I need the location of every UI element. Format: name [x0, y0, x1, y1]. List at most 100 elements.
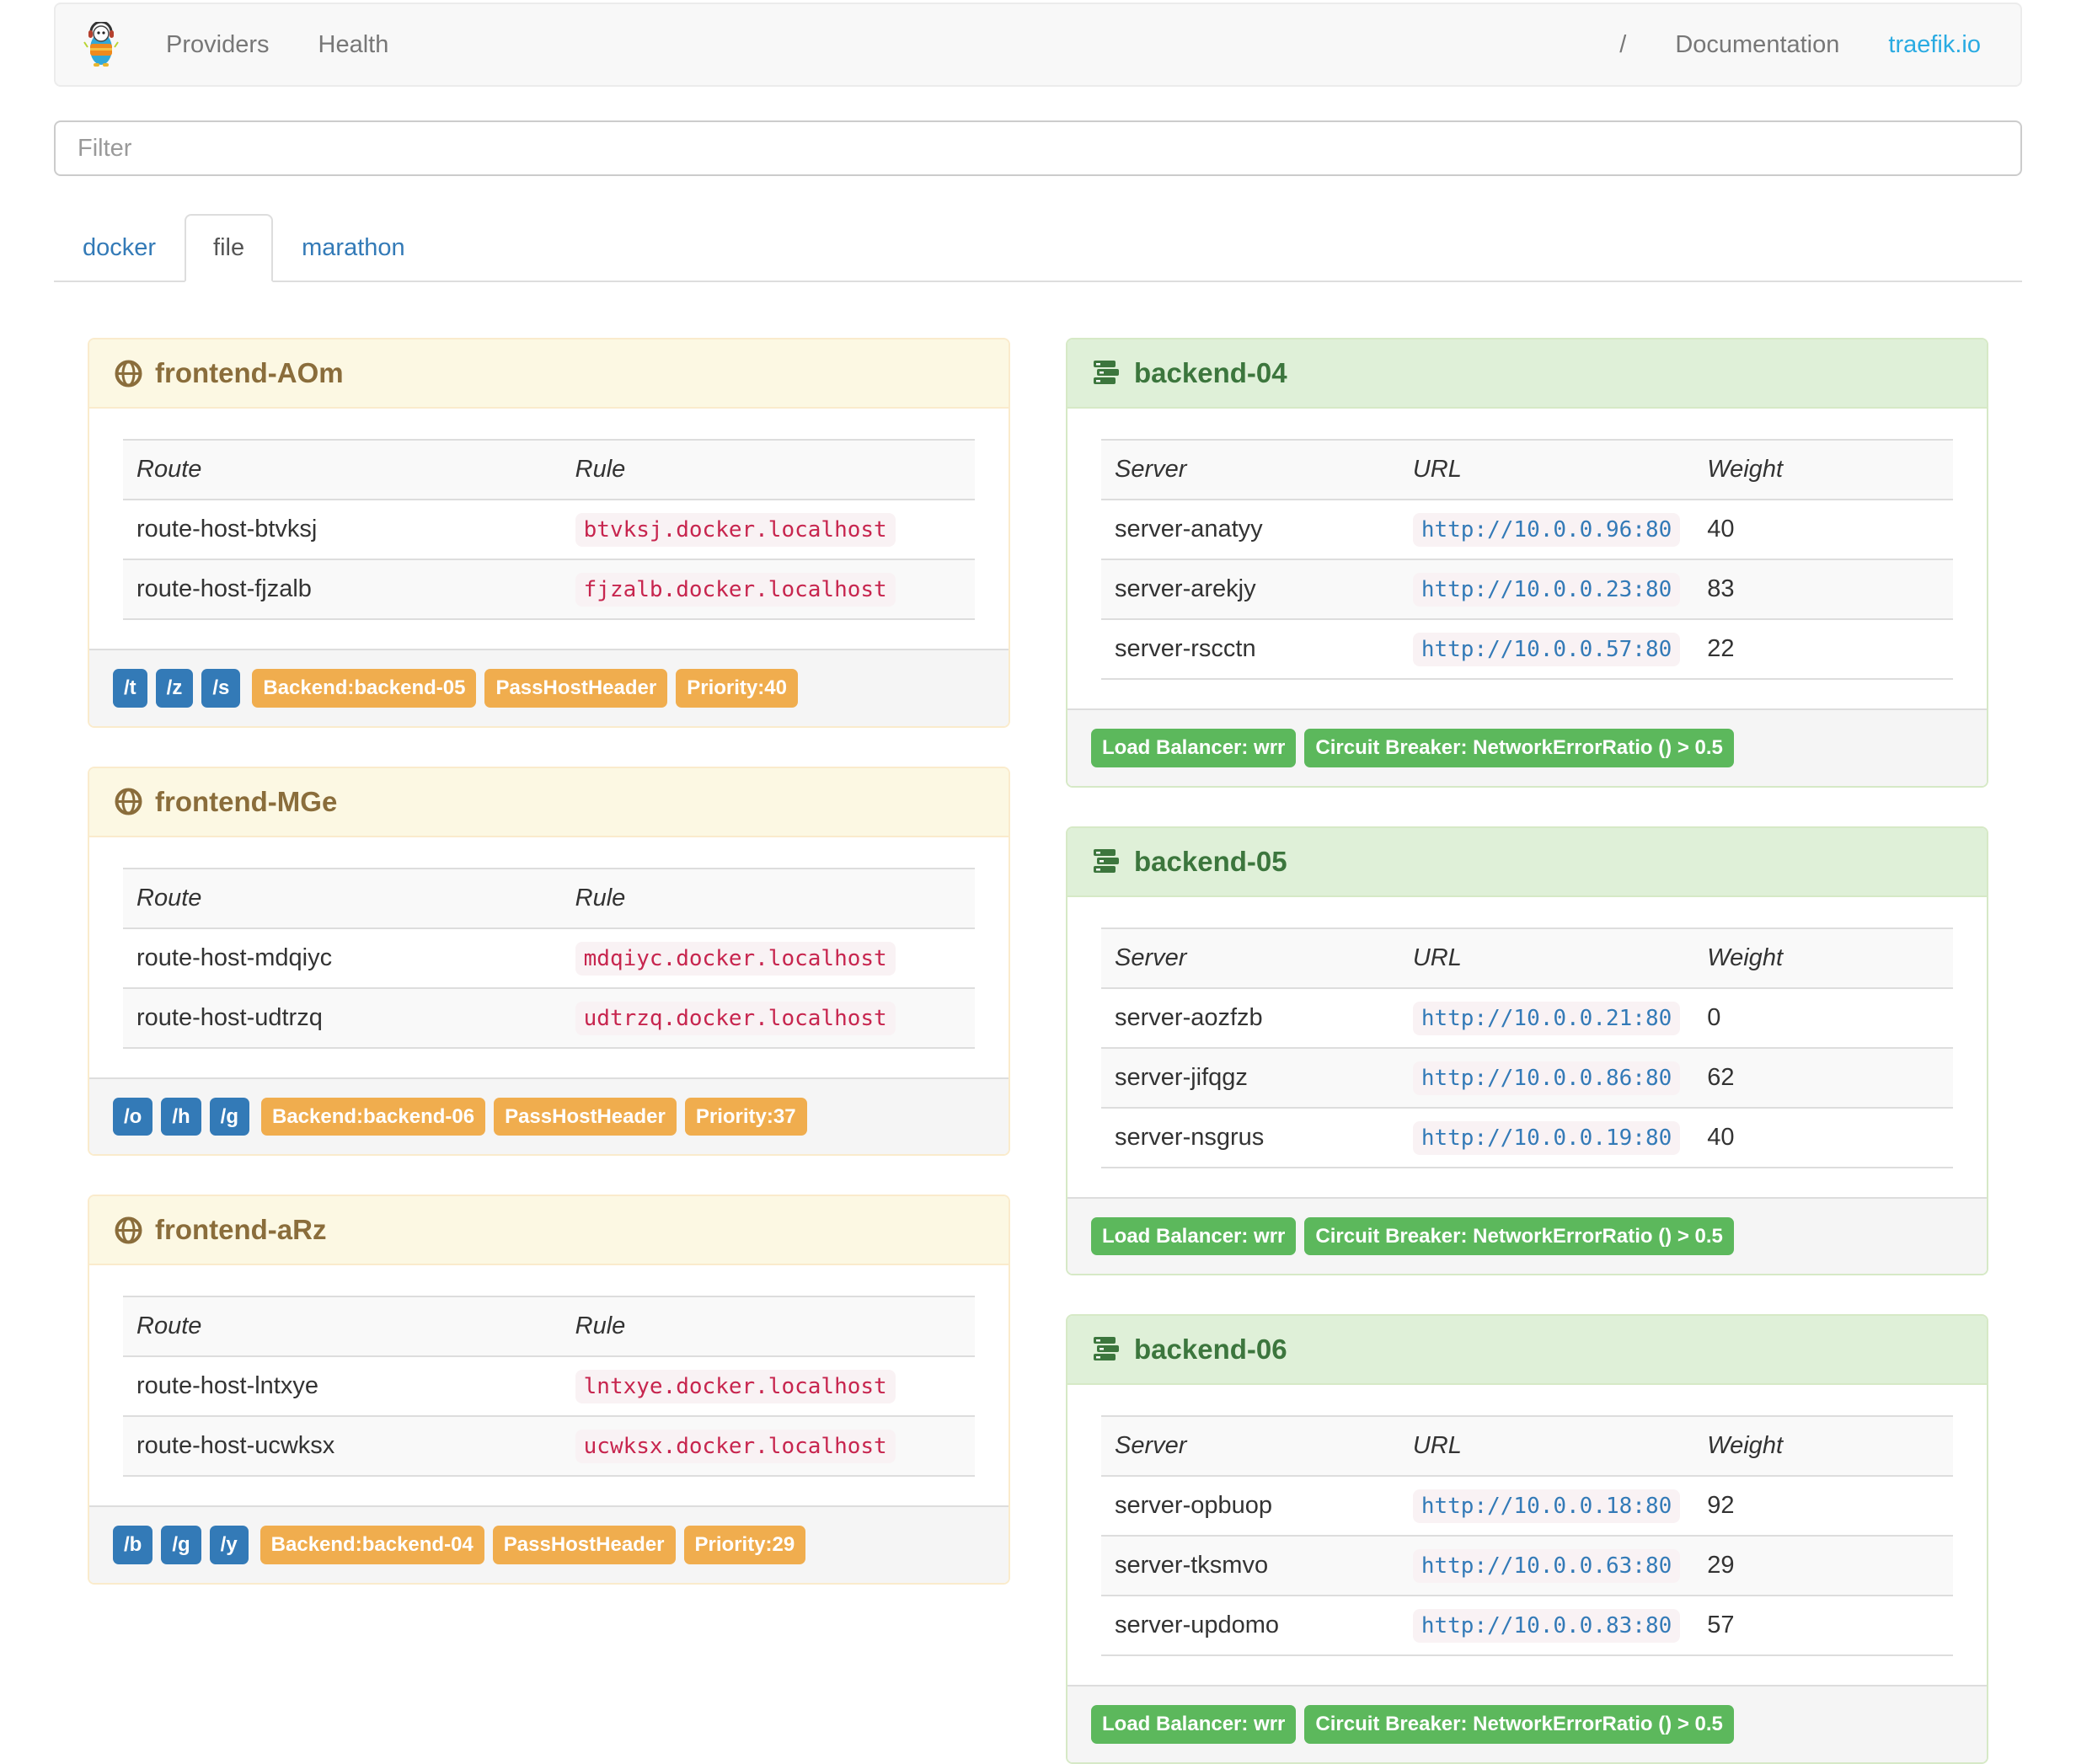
route-row: route-host-btvksj btvksj.docker.localhost [123, 499, 975, 559]
server-url-link[interactable]: http://10.0.0.57:80 [1412, 633, 1681, 666]
server-name: server-nsgrus [1101, 1106, 1399, 1168]
routes-table: Route Rule route-host-lntxye lntxye.docker… [123, 1296, 975, 1478]
navbar-left: Providers Health [71, 4, 413, 85]
route-name: route-host-udtrzq [123, 986, 562, 1049]
entrypoint-label: /s [201, 669, 241, 708]
provider-tabs: docker file marathon [54, 214, 2022, 282]
server-url-link[interactable]: http://10.0.0.63:80 [1412, 1549, 1681, 1584]
route-name: route-host-btvksj [123, 499, 562, 559]
rule-code: lntxye.docker.localhost [575, 1370, 896, 1404]
server-row: server-rscctn http://10.0.0.57:80 22 [1101, 618, 1953, 680]
panel-title: backend-04 [1134, 357, 1287, 388]
server-url-link[interactable]: http://10.0.0.19:80 [1412, 1120, 1681, 1155]
server-url-link[interactable]: http://10.0.0.21:80 [1412, 1001, 1681, 1035]
tab-docker[interactable]: docker [54, 214, 185, 282]
frontend-tag-label: PassHostHeader [484, 669, 668, 708]
backend-panel-body: Server URL Weight server-aozfzb http://10.0… [1067, 897, 1987, 1197]
backend-panel-backend-04: backend-04 Server URL Weight server-anatyy… [1066, 338, 1988, 788]
server-row: server-tksmvo http://10.0.0.63:80 29 [1101, 1535, 1953, 1596]
entrypoint-label: /o [113, 1097, 153, 1136]
server-url-cell: http://10.0.0.19:80 [1399, 1106, 1694, 1168]
server-weight: 29 [1693, 1535, 1953, 1596]
frontend-tag-label: Backend:backend-05 [252, 669, 477, 708]
backend-meta-label: Load Balancer: wrr [1091, 729, 1297, 767]
server-url-link[interactable]: http://10.0.0.18:80 [1412, 1489, 1681, 1524]
backend-panel-footer: Load Balancer: wrr Circuit Breaker: Netwo… [1067, 1196, 1987, 1275]
nav-link-providers[interactable]: Providers [142, 4, 294, 85]
backend-panel-backend-06: backend-06 Server URL Weight server-opbuop… [1066, 1314, 1988, 1764]
server-weight: 57 [1693, 1595, 1953, 1657]
backend-panel-footer: Load Balancer: wrr Circuit Breaker: Netwo… [1067, 708, 1987, 786]
rule-code: mdqiyc.docker.localhost [575, 941, 896, 976]
backend-meta-label: Load Balancer: wrr [1091, 1216, 1297, 1256]
backend-panel-body: Server URL Weight server-opbuop http://10.0… [1067, 1385, 1987, 1685]
server-url-link[interactable]: http://10.0.0.86:80 [1412, 1061, 1681, 1095]
traefik-logo [71, 22, 142, 67]
server-row: server-anatyy http://10.0.0.96:80 40 [1101, 499, 1953, 559]
navbar: Providers Health / Documentation traefik.io [54, 3, 2022, 87]
tab-marathon[interactable]: marathon [273, 214, 434, 282]
panel-title: frontend-aRz [155, 1214, 327, 1246]
frontend-panel-footer: /t/z/s Backend:backend-05 PassHostHeader Pr… [89, 649, 1009, 726]
server-url-cell: http://10.0.0.23:80 [1399, 559, 1694, 619]
entrypoint-label: /h [161, 1097, 201, 1136]
route-row: route-host-mdqiyc mdqiyc.docker.localhost [123, 927, 975, 988]
column-header-route: Route [123, 439, 562, 500]
column-header-url: URL [1399, 1415, 1694, 1477]
panel-title: frontend-MGe [155, 785, 338, 817]
server-icon [1093, 1335, 1121, 1364]
entrypoint-label: /g [209, 1097, 249, 1136]
frontend-panel-heading: frontend-aRz [89, 1196, 1009, 1266]
route-name: route-host-lntxye [123, 1355, 562, 1417]
routes-table: Route Rule route-host-mdqiyc mdqiyc.docker… [123, 867, 975, 1049]
server-weight: 92 [1693, 1475, 1953, 1537]
server-name: server-aozfzb [1101, 986, 1399, 1048]
backend-panel-body: Server URL Weight server-anatyy http://10.0… [1067, 409, 1987, 708]
server-url-link[interactable]: http://10.0.0.83:80 [1412, 1609, 1681, 1644]
server-url-cell: http://10.0.0.83:80 [1399, 1595, 1694, 1657]
nav-link-documentation[interactable]: Documentation [1651, 4, 1864, 85]
frontend-tag-label: Priority:37 [684, 1097, 807, 1136]
server-icon [1093, 847, 1121, 876]
frontend-tag-label: Priority:40 [676, 669, 798, 708]
entrypoint-label: /z [155, 669, 194, 708]
entrypoint-label: /g [161, 1526, 201, 1564]
entrypoint-label: /t [113, 669, 147, 708]
rule-cell: btvksj.docker.localhost [561, 499, 975, 559]
server-name: server-opbuop [1101, 1475, 1399, 1537]
frontend-tag-label: Priority:29 [683, 1526, 806, 1564]
servers-table: Server URL Weight server-opbuop http://10.0… [1101, 1415, 1953, 1657]
route-name: route-host-fjzalb [123, 559, 562, 620]
column-header-rule: Rule [561, 867, 975, 928]
route-name: route-host-mdqiyc [123, 927, 562, 988]
routes-table: Route Rule route-host-btvksj btvksj.docker… [123, 439, 975, 620]
frontend-panel-footer: /o/h/g Backend:backend-06 PassHostHeader Pr… [89, 1077, 1009, 1155]
frontend-panel-footer: /b/g/y Backend:backend-04 PassHostHeader Pr… [89, 1505, 1009, 1583]
column-header-weight: Weight [1693, 927, 1953, 988]
server-url-link[interactable]: http://10.0.0.23:80 [1412, 573, 1681, 607]
frontend-tag-label: PassHostHeader [494, 1097, 677, 1136]
server-row: server-jifqgz http://10.0.0.86:80 62 [1101, 1046, 1953, 1108]
filter-input[interactable] [54, 120, 2022, 176]
nav-link-health[interactable]: Health [294, 4, 414, 85]
server-url-link[interactable]: http://10.0.0.96:80 [1412, 513, 1681, 547]
server-url-cell: http://10.0.0.63:80 [1399, 1535, 1694, 1596]
frontend-tag-label: Backend:backend-04 [260, 1526, 484, 1564]
panel-title: backend-05 [1134, 845, 1287, 877]
rule-cell: udtrzq.docker.localhost [561, 986, 975, 1049]
server-name: server-jifqgz [1101, 1046, 1399, 1108]
column-header-url: URL [1399, 439, 1694, 500]
backend-panel-backend-05: backend-05 Server URL Weight server-aozfzb… [1066, 826, 1988, 1276]
route-row: route-host-fjzalb fjzalb.docker.localhost [123, 559, 975, 620]
server-weight: 40 [1693, 499, 1953, 559]
nav-link-traefik-io[interactable]: traefik.io [1864, 4, 2005, 85]
server-weight: 40 [1693, 1106, 1953, 1168]
backend-panel-footer: Load Balancer: wrr Circuit Breaker: Netwo… [1067, 1685, 1987, 1762]
nav-link-item[interactable]: / [1595, 4, 1651, 85]
server-url-cell: http://10.0.0.57:80 [1399, 618, 1694, 680]
column-header-route: Route [123, 867, 562, 928]
backend-panel-heading: backend-04 [1067, 339, 1987, 409]
server-url-cell: http://10.0.0.96:80 [1399, 499, 1694, 559]
column-header-server: Server [1101, 927, 1399, 988]
tab-file[interactable]: file [185, 214, 274, 282]
